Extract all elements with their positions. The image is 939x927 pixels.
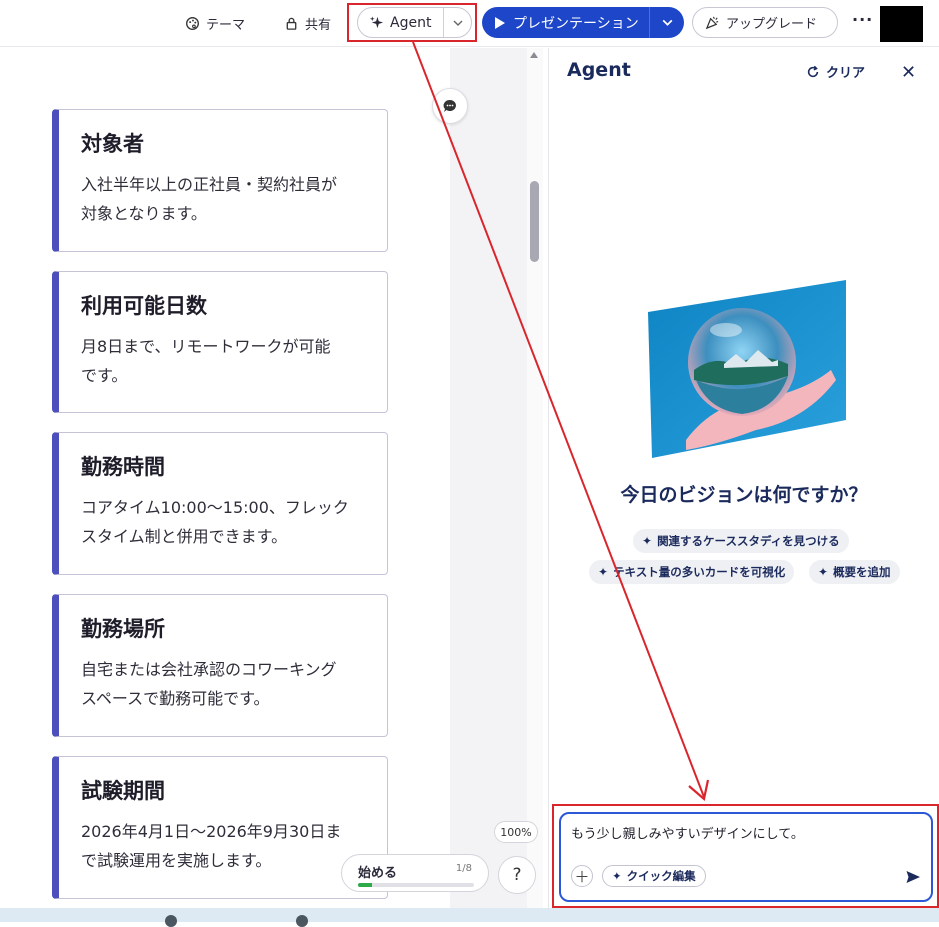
start-label: 始める — [358, 866, 398, 881]
canvas-margin — [450, 48, 527, 908]
start-count: 1/8 — [455, 863, 472, 874]
present-dropdown[interactable] — [650, 16, 684, 29]
scrollbar-thumb[interactable] — [530, 181, 539, 262]
agent-heading: 今日のビジョンは何ですか？ — [620, 484, 868, 506]
card-body: 入社半年以上の正社員・契約社員が 対象となります。 — [81, 175, 338, 223]
sparkle-icon: ✦ — [598, 565, 609, 579]
start-progress-bar — [358, 883, 474, 887]
avatar[interactable] — [880, 6, 923, 42]
share-label: 共有 — [305, 17, 332, 33]
present-button-main[interactable]: プレゼンテーション — [482, 7, 650, 38]
canvas-scrollbar[interactable] — [527, 48, 543, 908]
theme-label: テーマ — [206, 17, 246, 33]
clear-label: クリア — [826, 66, 866, 81]
present-button[interactable]: プレゼンテーション — [482, 7, 684, 38]
upgrade-button[interactable]: アップグレード — [692, 7, 838, 38]
card-body: 自宅または会社承認のコワーキング スペースで勤務可能です。 — [81, 660, 337, 708]
scroll-up-arrow[interactable] — [530, 52, 538, 58]
suggestion-chip[interactable]: ✦ テキスト量の多いカードを可視化 — [589, 560, 795, 584]
add-comment-button[interactable] — [432, 88, 468, 124]
agent-panel — [549, 48, 939, 908]
taskbar-dot — [296, 915, 308, 927]
sparkle-icon: ✦ — [818, 565, 829, 579]
taskbar-dot — [165, 915, 177, 927]
help-button[interactable]: ? — [498, 856, 536, 894]
card-title: 利用可能日数 — [81, 294, 207, 318]
card-body: 月8日まで、リモートワークが可能 です。 — [81, 337, 331, 385]
suggestion-chip[interactable]: ✦ 概要を追加 — [809, 560, 900, 584]
agent-panel-title: Agent — [567, 59, 631, 81]
card-title: 試験期間 — [81, 779, 165, 803]
annotation-highlight-prompt — [552, 804, 939, 908]
more-options-button[interactable]: ··· — [852, 10, 873, 29]
card-2[interactable]: 勤務時間 コアタイム10:00〜15:00、フレック スタイム制と併用できます。 — [52, 432, 388, 575]
card-title: 勤務場所 — [81, 617, 165, 641]
lock-icon — [286, 17, 297, 30]
card-body: 2026年4月1日〜2026年9月30日ま で試験運用を実施します。 — [81, 822, 342, 870]
comment-icon — [443, 99, 456, 112]
upgrade-label: アップグレード — [726, 17, 818, 32]
sparkle-icon: ✦ — [642, 534, 653, 548]
present-label: プレゼンテーション — [513, 15, 639, 32]
card-body: コアタイム10:00〜15:00、フレック スタイム制と併用できます。 — [81, 498, 349, 546]
getting-started-card[interactable]: 始める 1/8 — [341, 854, 489, 892]
card-3[interactable]: 勤務場所 自宅または会社承認のコワーキング スペースで勤務可能です。 — [52, 594, 388, 737]
play-icon — [495, 16, 505, 29]
card-title: 対象者 — [81, 132, 144, 156]
refresh-icon — [807, 65, 819, 77]
hero-image — [648, 280, 846, 458]
suggestion-label: テキスト量の多いカードを可視化 — [613, 565, 786, 579]
suggestion-chip[interactable]: ✦ 関連するケーススタディを見つける — [633, 529, 849, 553]
share-button[interactable]: 共有 — [284, 8, 331, 38]
chevron-down-icon — [662, 19, 672, 26]
taskbar-strip — [0, 908, 939, 927]
card-1[interactable]: 利用可能日数 月8日まで、リモートワークが可能 です。 — [52, 271, 388, 413]
party-popper-icon — [705, 16, 719, 30]
card-0[interactable]: 対象者 入社半年以上の正社員・契約社員が 対象となります。 — [52, 109, 388, 252]
start-progress-fill — [358, 883, 372, 887]
clear-button[interactable]: クリア — [806, 62, 865, 81]
card-4[interactable]: 試験期間 2026年4月1日〜2026年9月30日ま で試験運用を実施します。 — [52, 756, 388, 899]
suggestion-label: 概要を追加 — [833, 565, 891, 579]
close-icon[interactable]: ✕ — [901, 62, 916, 83]
theme-button[interactable]: テーマ — [185, 8, 245, 38]
suggestion-label: 関連するケーススタディを見つける — [657, 534, 840, 548]
palette-icon — [186, 16, 199, 30]
card-title: 勤務時間 — [81, 455, 165, 479]
zoom-level[interactable]: 100% — [494, 821, 538, 843]
more-label: ··· — [852, 10, 874, 29]
annotation-highlight-agent — [347, 3, 477, 42]
